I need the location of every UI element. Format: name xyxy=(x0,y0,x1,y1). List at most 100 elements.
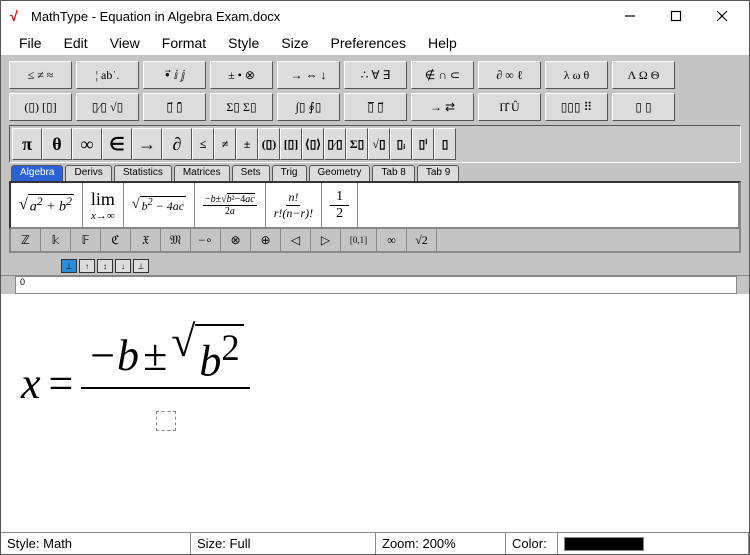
sym-sub[interactable]: ▯ᵢ xyxy=(390,128,412,160)
sym-brackets[interactable]: [▯] xyxy=(280,128,302,160)
sym-c[interactable]: ℭ xyxy=(101,229,131,251)
status-style[interactable]: Style: Math xyxy=(1,533,191,554)
palette-misc[interactable]: ∂ ∞ ℓ xyxy=(478,61,541,89)
tab-statistics[interactable]: Statistics xyxy=(114,165,172,181)
menu-file[interactable]: File xyxy=(9,33,52,53)
palette-embellish[interactable]: •⃗ ⅈ ⅉ xyxy=(143,61,206,89)
palette-spaces[interactable]: ¦ ab˙. xyxy=(76,61,139,89)
equation-editor[interactable]: x = −b ± √ b2 xyxy=(1,294,749,532)
sym-infinity2[interactable]: ∞ xyxy=(377,229,407,251)
palette-matrices[interactable]: ▯▯▯ ⠿ xyxy=(545,93,608,121)
sym-m[interactable]: 𝔐 xyxy=(161,229,191,251)
minimize-button[interactable] xyxy=(607,2,653,30)
tab-trig[interactable]: Trig xyxy=(272,165,307,181)
sym-theta[interactable]: θ xyxy=(42,128,72,160)
sym-z[interactable]: ℤ xyxy=(11,229,41,251)
sym-sqrt2[interactable]: √2 xyxy=(407,229,437,251)
palette-bars[interactable]: ▯̅ ▯⃗ xyxy=(344,93,407,121)
palette-operators[interactable]: ± • ⊗ xyxy=(210,61,273,89)
sym-sum[interactable]: Σ▯ xyxy=(346,128,368,160)
nav-tab-icon[interactable]: ⊥ xyxy=(61,259,77,273)
status-zoom-label: Zoom: xyxy=(382,536,419,551)
menu-edit[interactable]: Edit xyxy=(54,33,98,53)
menu-view[interactable]: View xyxy=(100,33,150,53)
sym-triangleleft[interactable]: ◁ xyxy=(281,229,311,251)
sym-f[interactable]: 𝔽 xyxy=(71,229,101,251)
nav-tab2-icon[interactable]: ⊥ xyxy=(133,259,149,273)
sym-partial[interactable]: ∂ xyxy=(162,128,192,160)
symbol-toolbox: ≤ ≠ ≈ ¦ ab˙. •⃗ ⅈ ⅉ ± • ⊗ → ⇔ ↓ ∴ ∀ ∃ ∉ … xyxy=(1,55,749,257)
tab-derivs[interactable]: Derivs xyxy=(65,165,111,181)
sym-leq[interactable]: ≤ xyxy=(192,128,214,160)
eq-lhs: x xyxy=(21,358,41,409)
sym-parens[interactable]: (▯) xyxy=(258,128,280,160)
nav-buttons: ⊥ ↑ ↕ ↓ ⊥ xyxy=(1,257,749,275)
sym-fraction[interactable]: ▯⁄▯ xyxy=(324,128,346,160)
palette-logical[interactable]: ∴ ∀ ∃ xyxy=(344,61,407,89)
sym-sup[interactable]: ▯ⁱ xyxy=(412,128,434,160)
nav-updown-icon[interactable]: ↕ xyxy=(97,259,113,273)
menu-preferences[interactable]: Preferences xyxy=(320,33,415,53)
status-zoom[interactable]: Zoom: 200% xyxy=(376,533,506,554)
sym-box[interactable]: ▯ xyxy=(434,128,456,160)
status-style-value: Math xyxy=(43,536,72,551)
sym-k[interactable]: 𝕜 xyxy=(41,229,71,251)
sym-pm[interactable]: ± xyxy=(236,128,258,160)
status-style-label: Style: xyxy=(7,536,40,551)
close-button[interactable] xyxy=(699,2,745,30)
sym-pi[interactable]: π xyxy=(12,128,42,160)
tab-algebra[interactable]: Algebra xyxy=(11,165,63,181)
sym-oplus[interactable]: ⊕ xyxy=(251,229,281,251)
palette-fences[interactable]: (▯) [▯] xyxy=(9,93,72,121)
sym-tensor[interactable]: ⊗ xyxy=(221,229,251,251)
tab-matrices[interactable]: Matrices xyxy=(174,165,230,181)
template-half[interactable]: 12 xyxy=(322,183,358,227)
palette-relations[interactable]: ≤ ≠ ≈ xyxy=(9,61,72,89)
tab-sets[interactable]: Sets xyxy=(232,165,270,181)
palette-summation[interactable]: Σ▯ Σ▯ xyxy=(210,93,273,121)
palette-arrows[interactable]: → ⇔ ↓ xyxy=(277,61,340,89)
sym-angles[interactable]: ⟨▯⟩ xyxy=(302,128,324,160)
spacer xyxy=(456,128,738,160)
sym-neq[interactable]: ≠ xyxy=(214,128,236,160)
eq-minus-b: −b xyxy=(87,330,139,381)
nav-up-icon[interactable]: ↑ xyxy=(79,259,95,273)
sym-arrow[interactable]: → xyxy=(132,128,162,160)
palette-labeled-arrows[interactable]: → ⇄ xyxy=(411,93,474,121)
tab-9[interactable]: Tab 9 xyxy=(417,165,459,181)
maximize-button[interactable] xyxy=(653,2,699,30)
sym-interval[interactable]: [0,1] xyxy=(341,229,377,251)
sym-sqrt[interactable]: √▯ xyxy=(368,128,390,160)
sym-element[interactable]: ∈ xyxy=(102,128,132,160)
menu-size[interactable]: Size xyxy=(271,33,318,53)
menu-style[interactable]: Style xyxy=(218,33,269,53)
eq-equals: = xyxy=(49,358,74,409)
template-limit[interactable]: limx→∞ xyxy=(83,183,124,227)
tab-geometry[interactable]: Geometry xyxy=(309,165,371,181)
nav-down-icon[interactable]: ↓ xyxy=(115,259,131,273)
palette-boxes[interactable]: ▯ ▯ xyxy=(612,93,675,121)
status-size[interactable]: Size: Full xyxy=(191,533,376,554)
template-quadratic[interactable]: −b±√b²−4ac2a xyxy=(195,183,266,227)
palette-greek-upper[interactable]: Λ Ω Θ xyxy=(612,61,675,89)
template-pythagoras[interactable]: √a2 + b2 xyxy=(11,183,83,227)
sym-triangleright[interactable]: ▷ xyxy=(311,229,341,251)
palette-greek-lower[interactable]: λ ω θ xyxy=(545,61,608,89)
sym-infinity[interactable]: ∞ xyxy=(72,128,102,160)
ruler[interactable]: 0 xyxy=(15,276,737,294)
template-discriminant[interactable]: √b2 − 4ac xyxy=(124,183,195,227)
palette-fractions[interactable]: ▯⁄▯ √▯ xyxy=(76,93,139,121)
status-color[interactable] xyxy=(558,533,749,554)
tab-8[interactable]: Tab 8 xyxy=(372,165,414,181)
eq-denominator[interactable] xyxy=(150,389,182,444)
menu-help[interactable]: Help xyxy=(418,33,467,53)
template-empty[interactable] xyxy=(358,183,739,227)
template-combination[interactable]: n!r!(n−r)! xyxy=(266,183,322,227)
sym-compose[interactable]: −∘ xyxy=(191,229,221,251)
palette-products[interactable]: Π̂ Û xyxy=(478,93,541,121)
menu-format[interactable]: Format xyxy=(152,33,216,53)
palette-integrals[interactable]: ∫▯ ∮▯ xyxy=(277,93,340,121)
sym-x[interactable]: 𝔛 xyxy=(131,229,161,251)
palette-subscript[interactable]: ▯⃗ ▯̄ xyxy=(143,93,206,121)
palette-set-theory[interactable]: ∉ ∩ ⊂ xyxy=(411,61,474,89)
